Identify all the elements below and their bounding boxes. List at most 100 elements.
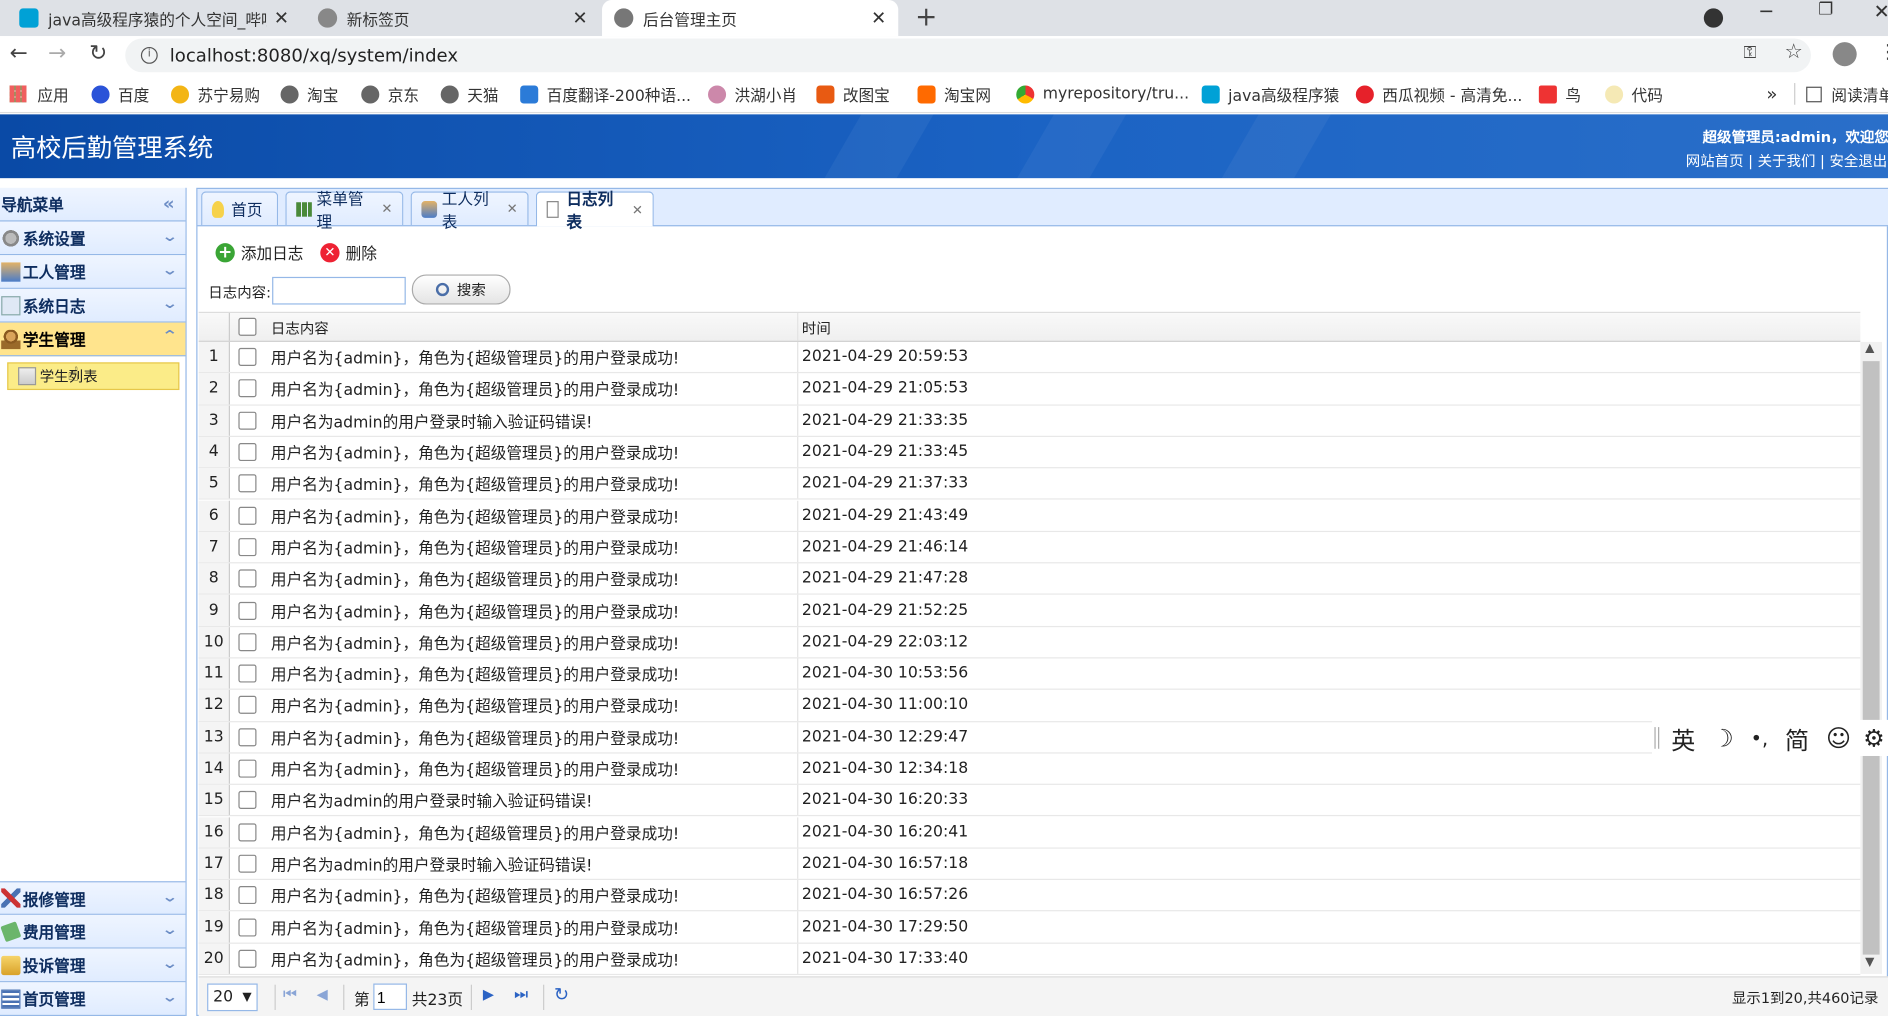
info-icon[interactable]: i <box>140 46 158 64</box>
page-size-select[interactable]: 20 ▼ <box>207 983 258 1012</box>
table-row[interactable]: 19 用户名为{admin}，角色为{超级管理员}的用户登录成功! 2021-04-… <box>198 911 1861 944</box>
close-icon[interactable]: ✕ <box>572 7 587 29</box>
search-input[interactable] <box>272 276 406 305</box>
table-row[interactable]: 1 用户名为{admin}，角色为{超级管理员}的用户登录成功! 2021-04-2… <box>198 341 1861 374</box>
close-icon[interactable]: ✕ <box>871 7 886 29</box>
row-checkbox[interactable] <box>238 664 257 683</box>
close-icon[interactable]: ✕ <box>632 202 643 218</box>
browser-tab-bilibili[interactable]: java高级程序猿的个人空间_哔哩 ✕ <box>7 0 301 36</box>
bookmark-item[interactable]: 鸟 <box>1538 75 1581 114</box>
nav-group-home[interactable]: 首页管理 ⌄ <box>0 982 186 1016</box>
grid-scrollbar[interactable]: ▲ ▼ <box>1860 341 1883 974</box>
tab-home[interactable]: 首页 <box>201 191 279 226</box>
bookmark-item[interactable]: 京东 <box>361 75 419 114</box>
row-checkbox[interactable] <box>238 696 257 715</box>
nav-group-fees[interactable]: 费用管理 ⌄ <box>0 914 186 949</box>
prev-page-icon[interactable]: ◀ <box>317 986 328 1003</box>
refresh-icon[interactable]: ↻ <box>554 984 569 1006</box>
row-checkbox[interactable] <box>238 886 257 905</box>
bookmark-item[interactable]: 改图宝 <box>816 75 890 114</box>
row-checkbox[interactable] <box>238 443 257 462</box>
row-checkbox[interactable] <box>238 348 257 367</box>
bookmark-item[interactable]: 苏宁易购 <box>170 75 260 114</box>
ime-drag-handle[interactable] <box>1654 727 1660 749</box>
row-checkbox[interactable] <box>238 474 257 493</box>
column-header-time[interactable]: 时间 <box>802 318 831 338</box>
ime-emoji-icon[interactable]: ☺ <box>1826 723 1851 752</box>
row-checkbox[interactable] <box>238 569 257 588</box>
bookmark-item[interactable]: 淘宝网 <box>917 75 991 114</box>
table-row[interactable]: 20 用户名为{admin}，角色为{超级管理员}的用户登录成功! 2021-04-… <box>198 943 1861 976</box>
bookmark-item[interactable]: 应用 <box>9 75 69 114</box>
row-checkbox[interactable] <box>238 949 257 968</box>
restore-icon[interactable]: ❐ <box>1818 0 1833 19</box>
table-row[interactable]: 5 用户名为{admin}，角色为{超级管理员}的用户登录成功! 2021-04-2… <box>198 468 1861 501</box>
close-icon[interactable]: ✕ <box>507 201 518 217</box>
row-checkbox[interactable] <box>238 822 257 842</box>
page-number-input[interactable] <box>373 983 407 1010</box>
browser-tab-admin[interactable]: 后台管理主页 ✕ <box>602 0 899 37</box>
bookmark-item[interactable]: 淘宝 <box>280 75 338 114</box>
close-window-icon[interactable]: ✕ <box>1874 0 1888 23</box>
table-row[interactable]: 2 用户名为{admin}，角色为{超级管理员}的用户登录成功! 2021-04-2… <box>198 373 1861 406</box>
ime-gear-icon[interactable]: ⚙ <box>1863 723 1885 752</box>
ime-punct-icon[interactable]: •, <box>1751 726 1768 749</box>
table-row[interactable]: 13 用户名为{admin}，角色为{超级管理员}的用户登录成功! 2021-04-… <box>198 721 1861 754</box>
row-checkbox[interactable] <box>238 727 257 747</box>
reload-icon[interactable]: ↻ <box>89 41 107 66</box>
row-checkbox[interactable] <box>238 411 257 430</box>
nav-sub-student-list[interactable]: 学生列表 <box>7 362 180 391</box>
bookmark-item[interactable]: 洪湖小肖 <box>708 75 797 114</box>
table-row[interactable]: 6 用户名为{admin}，角色为{超级管理员}的用户登录成功! 2021-04-2… <box>198 500 1861 532</box>
table-row[interactable]: 8 用户名为{admin}，角色为{超级管理员}的用户登录成功! 2021-04-2… <box>198 563 1861 596</box>
table-row[interactable]: 9 用户名为{admin}，角色为{超级管理员}的用户登录成功! 2021-04-2… <box>198 595 1861 627</box>
nav-group-workers[interactable]: 工人管理 ⌄ <box>0 255 186 289</box>
bookmarks-more-button[interactable]: » <box>1766 75 1777 114</box>
table-row[interactable]: 16 用户名为{admin}，角色为{超级管理员}的用户登录成功! 2021-04-… <box>198 816 1861 849</box>
row-checkbox[interactable] <box>238 791 257 810</box>
first-page-icon[interactable]: ⏮ <box>283 986 297 1004</box>
table-row[interactable]: 11 用户名为{admin}，角色为{超级管理员}的用户登录成功! 2021-04-… <box>198 658 1861 691</box>
bookmark-item[interactable]: 天猫 <box>440 75 499 114</box>
close-icon[interactable]: ✕ <box>274 7 289 29</box>
ime-simplified-toggle[interactable]: 简 <box>1785 720 1809 755</box>
scroll-up-icon[interactable]: ▲ <box>1865 342 1874 355</box>
row-checkbox[interactable] <box>238 917 257 936</box>
profile-icon[interactable] <box>1832 42 1857 67</box>
table-row[interactable]: 3 用户名为admin的用户登录时输入验证码错误! 2021-04-29 21:33… <box>198 405 1861 437</box>
nav-group-system-settings[interactable]: 系统设置 ⌄ <box>0 221 186 256</box>
forward-icon[interactable]: → <box>48 41 66 66</box>
row-checkbox[interactable] <box>238 506 257 525</box>
select-all-checkbox[interactable] <box>238 317 257 336</box>
scroll-down-icon[interactable]: ▼ <box>1865 956 1874 969</box>
table-row[interactable]: 10 用户名为{admin}，角色为{超级管理员}的用户登录成功! 2021-04-… <box>198 626 1861 659</box>
nav-group-students[interactable]: 学生管理 ⌄ <box>0 322 186 357</box>
tab-search-icon[interactable] <box>1703 8 1724 28</box>
nav-group-repair[interactable]: 报修管理 ⌄ <box>0 881 186 915</box>
tab-menu-management[interactable]: 菜单管理 ✕ <box>285 191 404 232</box>
bookmark-item[interactable]: 代码 <box>1605 75 1663 114</box>
table-row[interactable]: 17 用户名为admin的用户登录时输入验证码错误! 2021-04-30 16:5… <box>198 848 1861 881</box>
table-row[interactable]: 7 用户名为{admin}，角色为{超级管理员}的用户登录成功! 2021-04-2… <box>198 531 1861 564</box>
back-icon[interactable]: ← <box>10 41 28 66</box>
reading-list-button[interactable]: 阅读清单 <box>1806 75 1888 114</box>
delete-button[interactable]: ✕ 删除 <box>320 241 377 264</box>
table-row[interactable]: 18 用户名为{admin}，角色为{超级管理员}的用户登录成功! 2021-04-… <box>198 880 1861 912</box>
column-header-content[interactable]: 日志内容 <box>271 318 329 338</box>
star-icon[interactable]: ☆ <box>1784 40 1802 64</box>
row-checkbox[interactable] <box>238 379 257 398</box>
row-checkbox[interactable] <box>238 601 257 620</box>
nav-group-system-log[interactable]: 系统日志 ⌄ <box>0 288 186 323</box>
new-tab-button[interactable]: + <box>915 2 937 32</box>
table-row[interactable]: 14 用户名为{admin}，角色为{超级管理员}的用户登录成功! 2021-04-… <box>198 753 1861 786</box>
table-row[interactable]: 4 用户名为{admin}，角色为{超级管理员}的用户登录成功! 2021-04-2… <box>198 436 1861 469</box>
tab-log-list[interactable]: 日志列表 ✕ <box>535 191 654 232</box>
nav-group-complaints[interactable]: 投诉管理 ⌄ <box>0 948 186 983</box>
last-page-icon[interactable]: ⏭ <box>514 986 528 1004</box>
bookmark-item[interactable]: 百度 <box>91 75 149 114</box>
bookmark-item[interactable]: myrepository/tru... <box>1016 75 1189 114</box>
row-checkbox[interactable] <box>238 759 257 778</box>
close-icon[interactable]: ✕ <box>381 201 392 217</box>
next-page-icon[interactable]: ▶ <box>483 986 494 1003</box>
key-icon[interactable]: ⚿ <box>1744 43 1757 62</box>
